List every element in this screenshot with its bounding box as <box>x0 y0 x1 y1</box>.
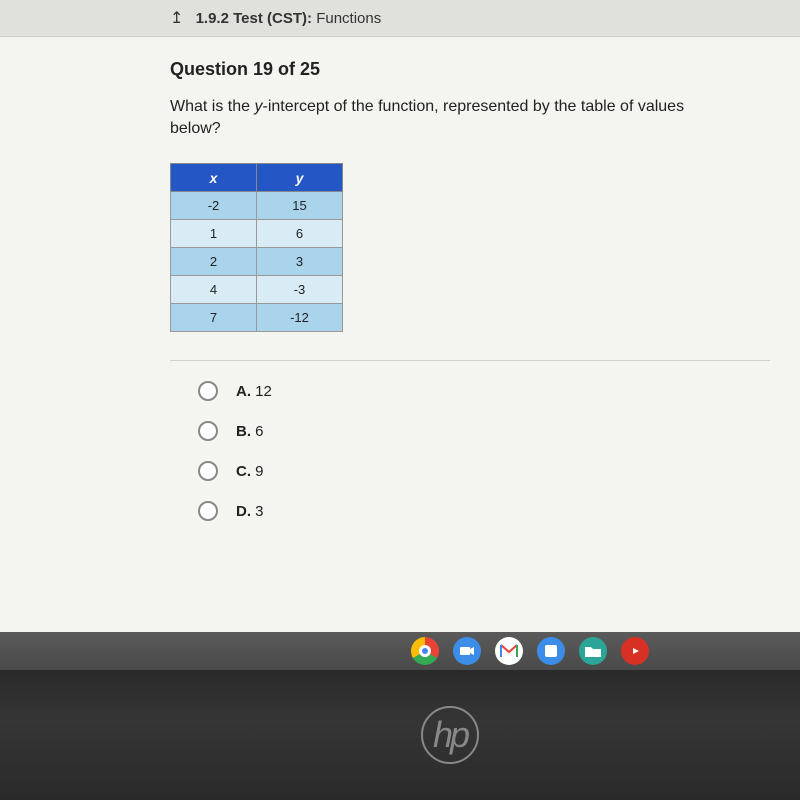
radio-icon[interactable] <box>198 501 218 521</box>
cell-x: 2 <box>171 248 257 276</box>
option-b[interactable]: B. 6 <box>198 421 800 441</box>
cell-x: -2 <box>171 192 257 220</box>
option-label: C. 9 <box>236 463 264 480</box>
radio-icon[interactable] <box>198 381 218 401</box>
test-name: Functions <box>316 10 381 27</box>
camera-icon[interactable] <box>453 637 481 665</box>
option-value: 6 <box>255 423 263 440</box>
cell-y: -12 <box>257 304 343 332</box>
hp-logo-icon: hp <box>421 706 479 764</box>
radio-icon[interactable] <box>198 421 218 441</box>
table-row: 4 -3 <box>171 276 343 304</box>
cell-x: 4 <box>171 276 257 304</box>
test-label: Test (CST): <box>233 10 312 27</box>
app-icon[interactable] <box>537 637 565 665</box>
cell-y: 3 <box>257 248 343 276</box>
table-row: 7 -12 <box>171 304 343 332</box>
screen-area: ↥ 1.9.2 Test (CST): Functions Question 1… <box>0 0 800 670</box>
test-id: 1.9.2 <box>196 10 229 27</box>
page-header: ↥ 1.9.2 Test (CST): Functions <box>0 0 800 37</box>
cell-x: 7 <box>171 304 257 332</box>
back-icon[interactable]: ↥ <box>170 8 183 28</box>
option-a[interactable]: A. 12 <box>198 381 800 401</box>
cell-y: -3 <box>257 276 343 304</box>
option-c[interactable]: C. 9 <box>198 461 800 481</box>
gmail-icon[interactable] <box>495 637 523 665</box>
option-label: D. 3 <box>236 503 264 520</box>
laptop-bezel: hp <box>0 670 800 800</box>
option-label: A. 12 <box>236 383 272 400</box>
cell-x: 1 <box>171 220 257 248</box>
option-value: 9 <box>255 463 263 480</box>
option-letter: C. <box>236 463 251 480</box>
taskbar <box>0 632 800 670</box>
chrome-icon[interactable] <box>411 637 439 665</box>
option-d[interactable]: D. 3 <box>198 501 800 521</box>
table-header-x: x <box>171 164 257 192</box>
question-prompt: What is the y-intercept of the function,… <box>170 96 730 139</box>
option-label: B. 6 <box>236 423 264 440</box>
table-row: 1 6 <box>171 220 343 248</box>
option-value: 12 <box>255 383 272 400</box>
cell-y: 6 <box>257 220 343 248</box>
answer-options: A. 12 B. 6 C. 9 D <box>170 381 800 521</box>
divider <box>170 360 770 361</box>
table-row: 2 3 <box>171 248 343 276</box>
values-table: x y -2 15 1 6 2 3 4 -3 <box>170 163 343 332</box>
table-row: -2 15 <box>171 192 343 220</box>
table-header-y: y <box>257 164 343 192</box>
files-icon[interactable] <box>579 637 607 665</box>
question-number: Question 19 of 25 <box>170 59 800 80</box>
cell-y: 15 <box>257 192 343 220</box>
content-area: Question 19 of 25 What is the y-intercep… <box>0 37 800 637</box>
radio-icon[interactable] <box>198 461 218 481</box>
option-letter: A. <box>236 383 251 400</box>
option-value: 3 <box>255 503 263 520</box>
prompt-pre: What is the <box>170 98 254 115</box>
option-letter: D. <box>236 503 251 520</box>
youtube-icon[interactable] <box>621 637 649 665</box>
option-letter: B. <box>236 423 251 440</box>
